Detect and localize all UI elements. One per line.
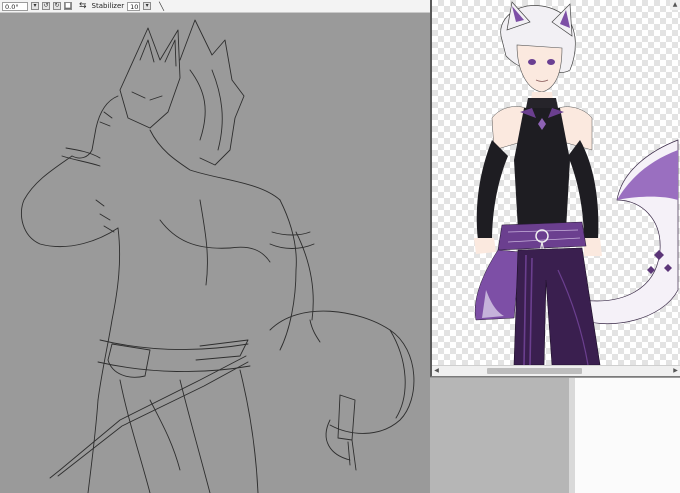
scroll-right-arrow[interactable]: ▶ <box>671 367 680 375</box>
flip-horizontal-icon[interactable]: ⇆ <box>79 1 87 11</box>
stabilizer-input[interactable]: 10 <box>127 1 141 11</box>
scroll-left-arrow[interactable]: ◀ <box>432 367 441 375</box>
toolbar: 0.0° ▾ ↺ ↻ ■ ⇆ Stabilizer 10 ▾ ╲ <box>0 0 430 13</box>
scroll-up-arrow[interactable]: ▲ <box>670 0 680 10</box>
stabilizer-label: Stabilizer <box>91 2 125 10</box>
reset-icon[interactable]: ■ <box>64 2 72 10</box>
empty-panel <box>575 378 680 493</box>
reference-illustration <box>474 1 679 365</box>
drawing-canvas[interactable] <box>0 13 430 493</box>
chevron-down-icon[interactable]: ▾ <box>143 2 152 10</box>
line-sketch <box>20 19 415 493</box>
rotate-right-icon[interactable]: ↻ <box>53 2 61 10</box>
scrollbar-thumb[interactable] <box>487 368 582 374</box>
chevron-down-icon[interactable]: ▾ <box>31 2 39 10</box>
workspace-background <box>430 378 680 493</box>
pen-icon[interactable]: ╲ <box>159 2 164 11</box>
horizontal-scrollbar[interactable]: ◀ ▶ <box>432 365 680 376</box>
rotate-left-icon[interactable]: ↺ <box>42 2 50 10</box>
rotation-angle-input[interactable]: 0.0° <box>2 1 28 11</box>
empty-panel <box>430 378 575 493</box>
reference-window[interactable]: ▲ ◀ ▶ <box>430 0 680 377</box>
